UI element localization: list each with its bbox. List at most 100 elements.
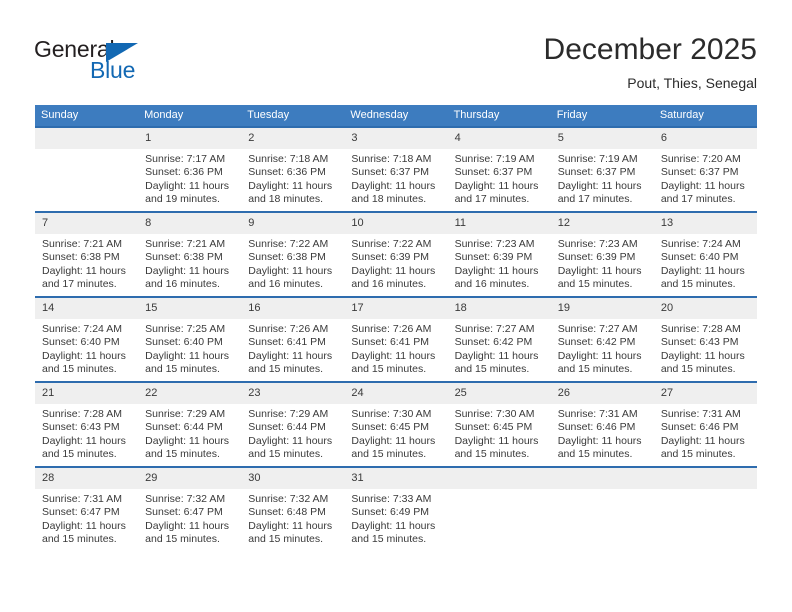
calendar-day-cell[interactable]: 8 Sunrise: 7:21 AM Sunset: 6:38 PM Daylight…: [138, 211, 242, 297]
sunset-text: Sunset: 6:43 PM: [42, 421, 120, 434]
daylight-text-line1: Daylight: 11 hours: [660, 179, 745, 192]
day-details: Sunrise: 7:19 AM Sunset: 6:37 PM Daylight:…: [551, 149, 654, 207]
daylight-text-line2: and 16 minutes.: [145, 278, 220, 291]
day-number: 30: [241, 468, 345, 489]
day-details: Sunrise: 7:17 AM Sunset: 6:36 PM Daylight:…: [138, 149, 241, 207]
day-details: Sunrise: 7:19 AM Sunset: 6:37 PM Daylight:…: [448, 149, 551, 207]
sunrise-text: Sunrise: 7:22 AM: [351, 238, 432, 250]
daylight-text-line2: and 15 minutes.: [248, 448, 323, 461]
sunrise-text: Sunrise: 7:19 AM: [557, 153, 638, 165]
weekday-header-monday: Monday: [138, 105, 242, 127]
calendar-day-cell[interactable]: 1 Sunrise: 7:17 AM Sunset: 6:36 PM Daylight…: [138, 126, 242, 212]
daylight-text-line1: Daylight: 11 hours: [248, 264, 333, 277]
daylight-text-line2: and 15 minutes.: [145, 363, 220, 376]
calendar-day-cell[interactable]: 28 Sunrise: 7:31 AM Sunset: 6:47 PM Dayligh…: [35, 466, 139, 551]
calendar-day-cell[interactable]: 2 Sunrise: 7:18 AM Sunset: 6:36 PM Daylight…: [241, 126, 345, 212]
daylight-text-line2: and 15 minutes.: [557, 278, 633, 291]
calendar-day-cell[interactable]: 10 Sunrise: 7:22 AM Sunset: 6:39 PM Dayligh…: [344, 211, 448, 297]
brand-logo[interactable]: General Blue: [34, 36, 194, 88]
calendar-day-cell[interactable]: 17 Sunrise: 7:26 AM Sunset: 6:41 PM Dayligh…: [344, 296, 448, 382]
day-number: 18: [447, 298, 551, 319]
daylight-text-line1: Daylight: 11 hours: [42, 349, 126, 362]
sunset-text: Sunset: 6:42 PM: [557, 336, 636, 349]
daylight-text-line1: Daylight: 11 hours: [248, 434, 333, 447]
daylight-text-line1: Daylight: 11 hours: [557, 264, 642, 277]
calendar-day-cell[interactable]: 9 Sunrise: 7:22 AM Sunset: 6:38 PM Daylight…: [241, 211, 345, 297]
day-details: Sunrise: 7:18 AM Sunset: 6:37 PM Daylight:…: [344, 149, 447, 207]
calendar-week-row: 1 Sunrise: 7:17 AM Sunset: 6:36 PM Daylight…: [35, 126, 757, 212]
calendar-day-cell[interactable]: 25 Sunrise: 7:30 AM Sunset: 6:45 PM Dayligh…: [447, 381, 551, 467]
calendar-day-cell[interactable]: 4 Sunrise: 7:19 AM Sunset: 6:37 PM Daylight…: [447, 126, 551, 212]
sunrise-text: Sunrise: 7:17 AM: [145, 153, 226, 165]
daylight-text-line1: Daylight: 11 hours: [145, 264, 229, 277]
sunrise-text: Sunrise: 7:25 AM: [145, 323, 226, 335]
calendar-day-cell[interactable]: 20 Sunrise: 7:28 AM Sunset: 6:43 PM Dayligh…: [653, 296, 757, 382]
day-number: 2: [241, 128, 345, 149]
sunrise-text: Sunrise: 7:21 AM: [145, 238, 226, 250]
calendar-day-cell[interactable]: 26 Sunrise: 7:31 AM Sunset: 6:46 PM Dayligh…: [550, 381, 654, 467]
calendar-day-cell[interactable]: 30 Sunrise: 7:32 AM Sunset: 6:48 PM Dayligh…: [241, 466, 345, 551]
calendar-day-cell[interactable]: 7 Sunrise: 7:21 AM Sunset: 6:38 PM Daylight…: [35, 211, 139, 297]
daylight-text-line2: and 15 minutes.: [248, 533, 323, 546]
sunrise-text: Sunrise: 7:32 AM: [145, 493, 226, 505]
daylight-text-line2: and 15 minutes.: [351, 448, 427, 461]
daylight-text-line2: and 15 minutes.: [145, 533, 220, 546]
calendar-day-cell[interactable]: 21 Sunrise: 7:28 AM Sunset: 6:43 PM Dayligh…: [35, 381, 139, 467]
calendar-day-cell[interactable]: 16 Sunrise: 7:26 AM Sunset: 6:41 PM Dayligh…: [241, 296, 345, 382]
calendar-empty-cell: [550, 466, 654, 551]
calendar-day-cell[interactable]: 13 Sunrise: 7:24 AM Sunset: 6:40 PM Dayligh…: [653, 211, 757, 297]
daylight-text-line1: Daylight: 11 hours: [557, 434, 642, 447]
sunrise-text: Sunrise: 7:29 AM: [248, 408, 329, 420]
daylight-text-line2: and 17 minutes.: [557, 193, 633, 206]
daylight-text-line2: and 19 minutes.: [145, 193, 220, 206]
day-number: 13: [653, 213, 757, 234]
day-number: 29: [138, 468, 242, 489]
day-number: 16: [241, 298, 345, 319]
calendar-day-cell[interactable]: 18 Sunrise: 7:27 AM Sunset: 6:42 PM Dayligh…: [447, 296, 551, 382]
calendar-day-cell[interactable]: 24 Sunrise: 7:30 AM Sunset: 6:45 PM Dayligh…: [344, 381, 448, 467]
daylight-text-line1: Daylight: 11 hours: [557, 349, 642, 362]
title-block: December 2025 Pout, Thies, Senegal: [544, 32, 757, 92]
calendar-day-cell[interactable]: 31 Sunrise: 7:33 AM Sunset: 6:49 PM Dayligh…: [344, 466, 448, 551]
calendar-week-row: 21 Sunrise: 7:28 AM Sunset: 6:43 PM Dayligh…: [35, 381, 757, 467]
sunrise-text: Sunrise: 7:20 AM: [660, 153, 741, 165]
day-number: 6: [653, 128, 757, 149]
daylight-text-line2: and 15 minutes.: [351, 533, 427, 546]
weekday-header-tuesday: Tuesday: [241, 105, 345, 127]
calendar-day-cell[interactable]: 3 Sunrise: 7:18 AM Sunset: 6:37 PM Daylight…: [344, 126, 448, 212]
day-details: Sunrise: 7:31 AM Sunset: 6:46 PM Daylight:…: [654, 404, 757, 462]
calendar-day-cell[interactable]: 27 Sunrise: 7:31 AM Sunset: 6:46 PM Dayligh…: [653, 381, 757, 467]
calendar-day-cell[interactable]: 19 Sunrise: 7:27 AM Sunset: 6:42 PM Dayligh…: [550, 296, 654, 382]
sunset-text: Sunset: 6:37 PM: [351, 166, 430, 179]
sunrise-text: Sunrise: 7:24 AM: [660, 238, 741, 250]
calendar-day-cell[interactable]: 23 Sunrise: 7:29 AM Sunset: 6:44 PM Dayligh…: [241, 381, 345, 467]
day-number: 24: [344, 383, 448, 404]
sunset-text: Sunset: 6:47 PM: [145, 506, 223, 519]
day-number: 15: [138, 298, 242, 319]
calendar-day-cell[interactable]: 11 Sunrise: 7:23 AM Sunset: 6:39 PM Dayligh…: [447, 211, 551, 297]
calendar-day-cell[interactable]: 6 Sunrise: 7:20 AM Sunset: 6:37 PM Daylight…: [653, 126, 757, 212]
calendar-empty-cell: [653, 466, 757, 551]
daylight-text-line1: Daylight: 11 hours: [660, 264, 745, 277]
day-number: 8: [138, 213, 242, 234]
calendar-day-cell[interactable]: 15 Sunrise: 7:25 AM Sunset: 6:40 PM Dayligh…: [138, 296, 242, 382]
calendar-day-cell[interactable]: 12 Sunrise: 7:23 AM Sunset: 6:39 PM Dayligh…: [550, 211, 654, 297]
page-title: December 2025: [543, 33, 757, 66]
sunset-text: Sunset: 6:46 PM: [660, 421, 739, 434]
day-number: 10: [344, 213, 448, 234]
day-details: Sunrise: 7:33 AM Sunset: 6:49 PM Daylight:…: [344, 489, 447, 547]
calendar-day-cell[interactable]: 14 Sunrise: 7:24 AM Sunset: 6:40 PM Dayligh…: [35, 296, 139, 382]
day-number: 3: [344, 128, 448, 149]
sunrise-text: Sunrise: 7:27 AM: [454, 323, 535, 335]
calendar-day-cell[interactable]: 5 Sunrise: 7:19 AM Sunset: 6:37 PM Daylight…: [550, 126, 654, 212]
calendar-day-cell[interactable]: 29 Sunrise: 7:32 AM Sunset: 6:47 PM Dayligh…: [138, 466, 242, 551]
sunrise-text: Sunrise: 7:31 AM: [42, 493, 122, 505]
sunset-text: Sunset: 6:41 PM: [351, 336, 430, 349]
daylight-text-line1: Daylight: 11 hours: [145, 519, 229, 532]
daylight-text-line1: Daylight: 11 hours: [660, 434, 745, 447]
weekday-header-wednesday: Wednesday: [344, 105, 448, 127]
calendar-day-cell[interactable]: 22 Sunrise: 7:29 AM Sunset: 6:44 PM Dayligh…: [138, 381, 242, 467]
calendar-page: General Blue December 2025 Pout, Thies, …: [0, 0, 792, 612]
day-details: Sunrise: 7:21 AM Sunset: 6:38 PM Daylight:…: [35, 234, 138, 292]
daylight-text-line2: and 17 minutes.: [660, 193, 736, 206]
